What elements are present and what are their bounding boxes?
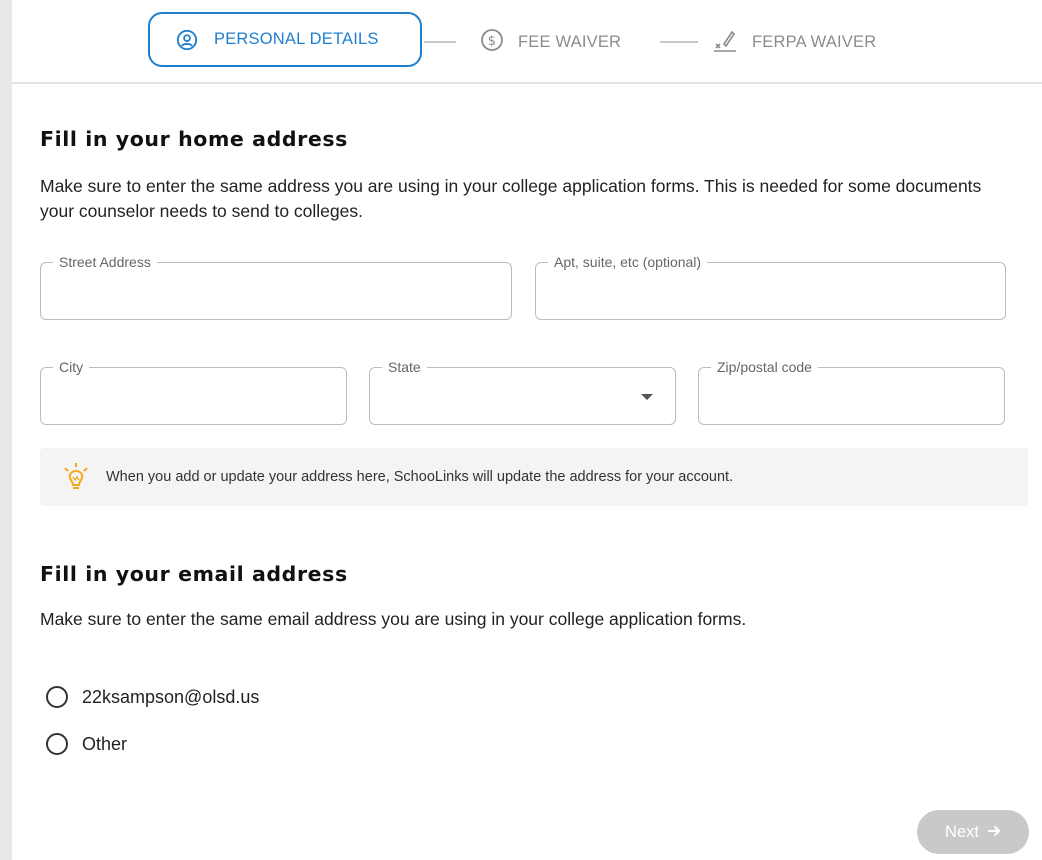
field-label: City (53, 359, 90, 375)
next-button[interactable]: Next (917, 810, 1029, 854)
email-option-school[interactable]: 22ksampson@olsd.us (46, 686, 259, 708)
svg-text:$: $ (488, 34, 496, 49)
email-address-description: Make sure to enter the same email addres… (40, 609, 747, 629)
email-option-label: Other (82, 733, 128, 754)
home-address-description: Make sure to enter the same address you … (40, 176, 982, 221)
next-button-label: Next (945, 822, 979, 841)
arrow-right-icon (987, 823, 1001, 842)
step-ferpa-waiver[interactable]: FERPA WAIVER (712, 28, 876, 57)
zip-code-input[interactable] (699, 368, 1004, 424)
step-label: PERSONAL DETAILS (214, 30, 379, 48)
radio-button[interactable] (46, 686, 68, 708)
state-select[interactable]: State (369, 359, 676, 425)
field-label: Apt, suite, etc (optional) (548, 254, 708, 270)
email-address-heading: Fill in your email address (40, 562, 348, 586)
step-personal-details[interactable]: PERSONAL DETAILS (148, 12, 422, 67)
field-label: State (382, 359, 427, 375)
step-label: FEE WAIVER (518, 33, 622, 51)
field-label: Street Address (53, 254, 157, 270)
apt-suite-input[interactable] (536, 263, 1005, 319)
step-connector (424, 41, 456, 43)
caret-down-icon (641, 394, 653, 400)
note-text: When you add or update your address here… (106, 469, 734, 485)
signature-icon (712, 28, 738, 57)
address-update-note: When you add or update your address here… (40, 448, 1028, 506)
lightbulb-icon (64, 463, 88, 489)
personal-details-panel: PERSONAL DETAILS $ FEE WAIVER FERPA WAIV… (12, 0, 1042, 860)
city-field[interactable]: City (40, 359, 347, 425)
progress-stepper: PERSONAL DETAILS $ FEE WAIVER FERPA WAIV… (12, 0, 1042, 84)
person-circle-icon (176, 29, 198, 51)
step-connector (660, 41, 698, 43)
home-address-heading: Fill in your home address (40, 127, 348, 151)
radio-button[interactable] (46, 733, 68, 755)
street-address-input[interactable] (41, 263, 511, 319)
step-fee-waiver[interactable]: $ FEE WAIVER (480, 28, 621, 57)
street-address-field[interactable]: Street Address (40, 254, 512, 320)
email-option-label: 22ksampson@olsd.us (82, 686, 260, 707)
field-label: Zip/postal code (711, 359, 818, 375)
email-option-other[interactable]: Other (46, 733, 127, 755)
step-label: FERPA WAIVER (752, 33, 877, 51)
city-input[interactable] (41, 368, 346, 424)
apt-suite-field[interactable]: Apt, suite, etc (optional) (535, 254, 1006, 320)
zip-code-field[interactable]: Zip/postal code (698, 359, 1005, 425)
dollar-circle-icon: $ (480, 28, 504, 57)
